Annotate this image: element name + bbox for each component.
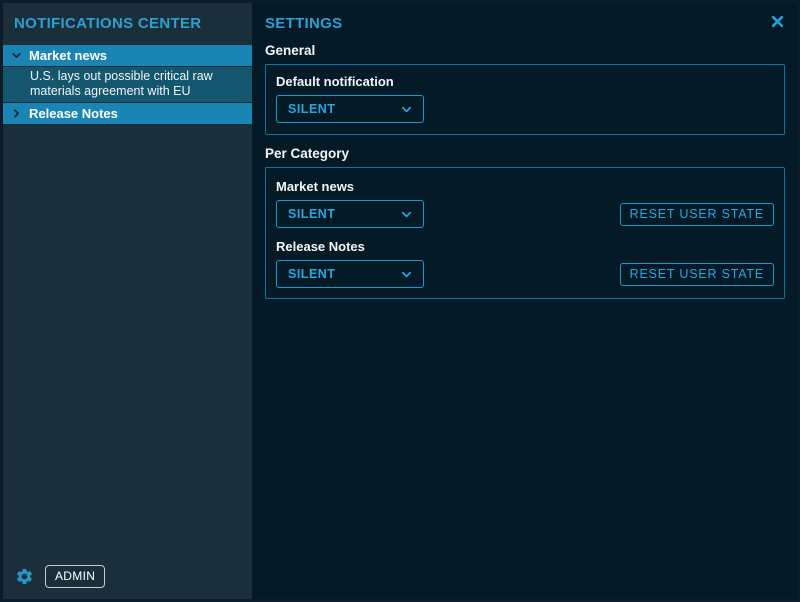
category-settings-market-news: Market news SILENT RESET USER STATE [276,179,774,228]
release-notes-notification-select[interactable]: SILENT [276,260,424,288]
reset-user-state-button-release-notes[interactable]: RESET USER STATE [620,263,774,286]
default-notification-label: Default notification [276,74,774,89]
chevron-right-icon[interactable] [3,107,29,120]
sidebar: NOTIFICATIONS CENTER Market news U.S. la… [3,3,252,599]
per-category-section-heading: Per Category [265,146,784,161]
chevron-down-icon[interactable] [3,49,29,62]
category-settings-release-notes: Release Notes SILENT RESET USER STATE [276,239,774,288]
notifications-center-window: NOTIFICATIONS CENTER Market news U.S. la… [0,0,800,602]
sidebar-footer: ADMIN [15,565,105,588]
category-label: Release Notes [276,239,774,254]
category-label: Market news [276,179,774,194]
market-news-notification-value: SILENT [288,207,335,221]
market-news-notification-select[interactable]: SILENT [276,200,424,228]
default-notification-value: SILENT [288,102,335,116]
general-section-heading: General [265,43,784,58]
settings-title: SETTINGS [265,14,342,32]
settings-panel: SETTINGS General Default notification SI… [252,3,797,599]
sidebar-item-release-notes[interactable]: Release Notes [3,103,252,125]
sidebar-category-list: Market news U.S. lays out possible criti… [3,45,252,125]
per-category-section-box: Market news SILENT RESET USER STATE Rele… [265,167,785,299]
sidebar-item-label: Market news [29,48,107,63]
chevron-down-icon [399,267,414,282]
gear-icon[interactable] [15,567,34,586]
close-icon[interactable] [770,14,785,29]
sidebar-title: NOTIFICATIONS CENTER [3,3,252,42]
reset-user-state-button-market-news[interactable]: RESET USER STATE [620,203,774,226]
release-notes-notification-value: SILENT [288,267,335,281]
general-section-box: Default notification SILENT [265,64,785,135]
sidebar-item-market-news[interactable]: Market news [3,45,252,67]
chevron-down-icon [399,102,414,117]
sidebar-item-label: Release Notes [29,106,118,121]
notification-item-text: U.S. lays out possible critical raw mate… [30,69,242,99]
sidebar-notification-item[interactable]: U.S. lays out possible critical raw mate… [3,67,252,103]
settings-header: SETTINGS [252,3,797,32]
admin-button[interactable]: ADMIN [45,565,105,588]
default-notification-select[interactable]: SILENT [276,95,424,123]
chevron-down-icon [399,207,414,222]
